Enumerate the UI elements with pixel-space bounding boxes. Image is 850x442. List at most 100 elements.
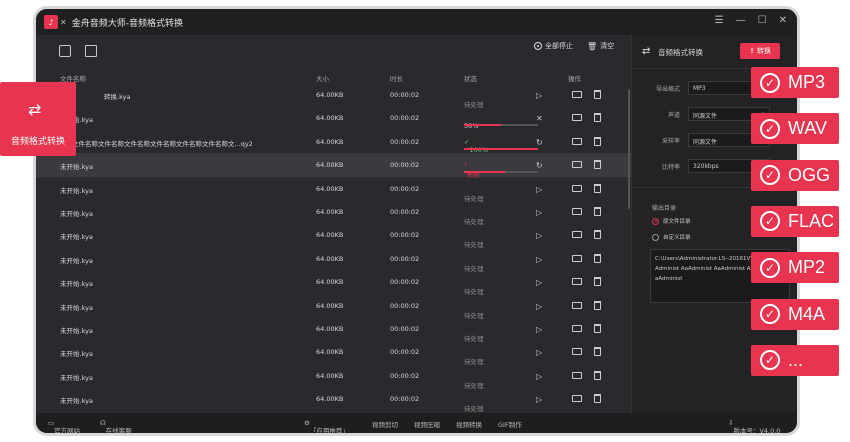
- open-folder-icon[interactable]: [572, 208, 582, 215]
- settings-icon[interactable]: ☰: [715, 15, 724, 26]
- delete-icon[interactable]: [594, 207, 601, 216]
- app-logo-icon: ♪: [44, 15, 58, 29]
- delete-icon[interactable]: [594, 277, 601, 287]
- radio-source-label: 原文件目录: [663, 219, 691, 225]
- play-icon[interactable]: ▷: [536, 302, 542, 311]
- convert-button[interactable]: ⇪ 转换: [740, 43, 780, 59]
- play-icon[interactable]: ▷: [536, 348, 542, 357]
- website-link[interactable]: ▭ 官方网站: [48, 419, 80, 433]
- open-folder-icon[interactable]: [572, 348, 582, 356]
- open-folder-icon[interactable]: [572, 137, 582, 145]
- check-icon: ✓: [760, 211, 780, 232]
- open-folder-icon[interactable]: [572, 114, 582, 122]
- table-row[interactable]: 未开始.kya64.00KB00:00:02待处理▷: [36, 223, 631, 249]
- add-folder-icon[interactable]: [85, 45, 97, 57]
- header-action: 操作: [568, 75, 581, 83]
- feature-badge: ⇄ 音频格式转换: [0, 82, 76, 156]
- table-row[interactable]: 未开始.kya64.00KB00:00:02待处理▷: [36, 387, 631, 413]
- setting-value: 320kbps: [693, 163, 719, 170]
- file-name: 未开始.kya: [60, 186, 93, 195]
- delete-icon[interactable]: [594, 183, 601, 193]
- play-icon[interactable]: ▷: [536, 255, 542, 264]
- setting-label: 导出格式: [655, 86, 680, 93]
- all-stop-button[interactable]: 全部停止: [534, 41, 573, 51]
- maximize-icon[interactable]: ☐: [758, 15, 767, 26]
- open-folder-icon[interactable]: [572, 325, 582, 332]
- table-row[interactable]: 未开始.kya64.00KB00:00:02待处理▷: [36, 294, 631, 320]
- file-name: 未开始.kya: [60, 350, 93, 359]
- close-icon[interactable]: ✕: [779, 15, 787, 26]
- table-row[interactable]: 未开始.kya64.00KB00:00:02待处理▷: [36, 364, 631, 390]
- file-name: 未开始.kya: [60, 256, 93, 265]
- table-row[interactable]: 未开始.kya64.00KB00:00:02待处理▷: [36, 270, 631, 296]
- delete-icon[interactable]: [594, 113, 601, 123]
- delete-icon[interactable]: [594, 394, 601, 404]
- play-icon[interactable]: ▷: [536, 372, 542, 381]
- open-folder-icon[interactable]: [572, 231, 582, 239]
- add-file-icon[interactable]: [59, 45, 71, 57]
- open-folder-icon[interactable]: [572, 395, 582, 403]
- file-size: 64.00KB: [316, 371, 344, 380]
- format-badge: ✓ FLAC: [751, 205, 839, 237]
- radio-source-dir[interactable]: 原文件目录: [652, 217, 691, 225]
- clear-button[interactable]: 🗑 清空: [587, 41, 614, 51]
- table-row[interactable]: 未开始.kya64.00KB00:00:02待处理▷: [36, 200, 631, 226]
- play-icon[interactable]: ▷: [536, 325, 542, 334]
- play-icon[interactable]: ▷: [536, 208, 542, 217]
- progress-bar: [464, 171, 538, 174]
- play-icon[interactable]: ▷: [536, 278, 542, 287]
- table-row[interactable]: 文件名称文件名称文件名称文件名称文件名称文件名称文...qy2 64.00KB 00…: [36, 130, 631, 154]
- radio-checked-icon: [652, 217, 659, 225]
- service-link[interactable]: ☊ 在线客服: [100, 419, 132, 433]
- table-row[interactable]: 未开始.kya64.00KB00:00:02待处理▷: [36, 177, 631, 203]
- delete-icon[interactable]: [594, 370, 601, 380]
- open-folder-icon[interactable]: [572, 91, 582, 98]
- recommend-link[interactable]: ⚙ 「应用推荐」: [304, 419, 349, 433]
- table-row[interactable]: 转换.kya 64.00KB 00:00:02 待处理 ▷: [36, 85, 631, 109]
- cancel-icon[interactable]: ✕: [536, 114, 543, 123]
- play-icon[interactable]: ▷: [536, 91, 542, 100]
- delete-icon[interactable]: [594, 324, 601, 333]
- retry-icon[interactable]: ↻: [536, 138, 543, 147]
- panel-header: ⇄ 音频格式转换 ⇪ 转换: [632, 35, 797, 69]
- open-folder-icon[interactable]: [572, 161, 582, 169]
- delete-icon[interactable]: [594, 300, 601, 310]
- file-name: 未开始.kya: [60, 280, 93, 289]
- table-row[interactable]: 未开始.kya 64.00KB 00:00:02 50% ✕: [36, 106, 631, 130]
- table-row[interactable]: 未开始.kya64.00KB00:00:02待处理▷: [36, 247, 631, 273]
- open-folder-icon[interactable]: [572, 184, 582, 192]
- delete-icon[interactable]: [594, 230, 601, 240]
- delete-icon[interactable]: [594, 136, 601, 146]
- play-icon[interactable]: ▷: [536, 395, 542, 404]
- table-row[interactable]: 未开始.kya 64.00KB 00:00:02 ! 失败 ↻: [36, 153, 631, 179]
- check-icon: ✓: [760, 257, 780, 278]
- file-status: ✓ 100%: [464, 137, 489, 154]
- delete-icon[interactable]: [594, 90, 601, 99]
- play-icon[interactable]: ▷: [536, 185, 542, 194]
- header-status: 状态: [464, 75, 477, 83]
- table-row[interactable]: 未开始.kya64.00KB00:00:02待处理▷: [36, 340, 631, 366]
- progress-bar: [464, 124, 538, 127]
- minimize-icon[interactable]: —: [736, 15, 746, 26]
- play-icon[interactable]: ▷: [536, 231, 542, 240]
- table-row[interactable]: 未开始.kya64.00KB00:00:02待处理▷: [36, 317, 631, 343]
- delete-icon[interactable]: [594, 347, 601, 357]
- file-duration: 00:00:02: [390, 325, 420, 333]
- gif-link[interactable]: GIF制作: [498, 419, 522, 429]
- video-cut-link[interactable]: 视频剪切: [372, 419, 398, 429]
- scrollbar[interactable]: [628, 89, 630, 209]
- video-compress-link[interactable]: 视频压缩: [414, 419, 440, 429]
- shuffle-icon: ⇄: [28, 100, 42, 119]
- open-folder-icon[interactable]: [572, 278, 582, 286]
- video-convert-link[interactable]: 视频转换: [456, 419, 482, 429]
- radio-custom-dir[interactable]: 自定义目录: [652, 233, 691, 241]
- open-folder-icon[interactable]: [572, 254, 582, 262]
- file-size: 64.00KB: [316, 231, 344, 240]
- delete-icon[interactable]: [594, 160, 601, 170]
- version-label: 版本号：V4.0.0: [733, 427, 781, 435]
- open-folder-icon[interactable]: [572, 371, 582, 379]
- retry-icon[interactable]: ↻: [536, 161, 543, 170]
- file-duration: 00:00:02: [390, 371, 420, 380]
- delete-icon[interactable]: [594, 253, 601, 263]
- open-folder-icon[interactable]: [572, 301, 582, 309]
